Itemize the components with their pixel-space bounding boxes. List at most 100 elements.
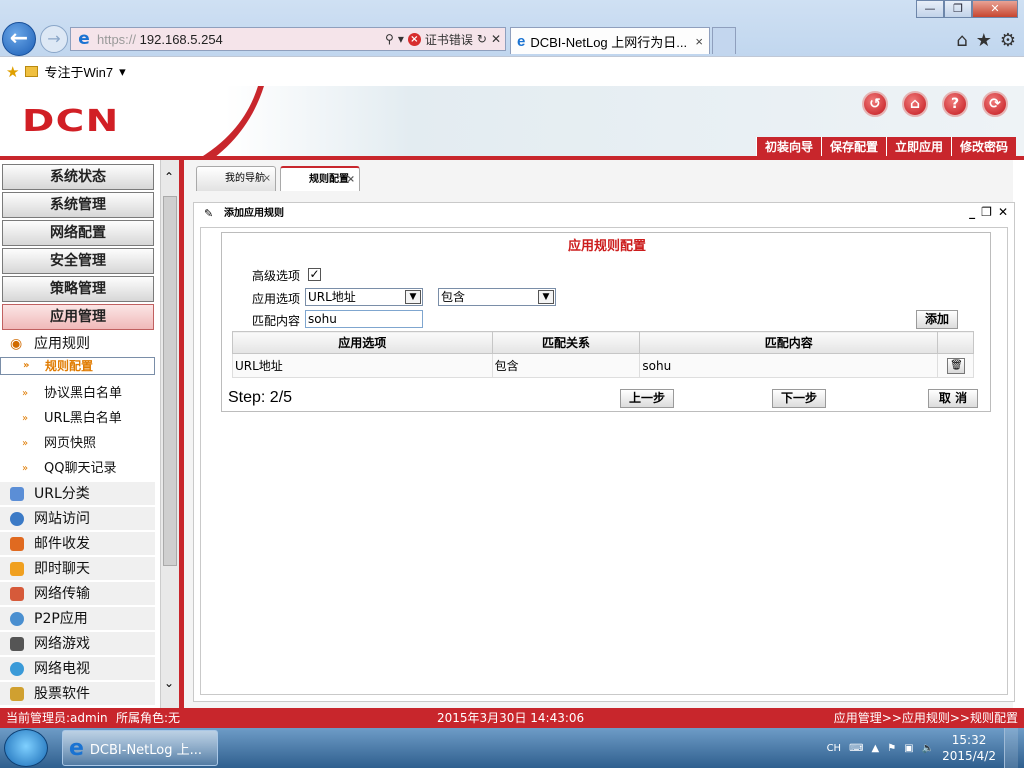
menu-apply-now[interactable]: 立即应用 bbox=[885, 137, 951, 157]
new-tab-button[interactable] bbox=[712, 27, 736, 54]
sidebar-group-system-manage[interactable]: 系统管理 bbox=[2, 192, 154, 218]
sidebar-item-protocol-list[interactable]: » 协议黑白名单 bbox=[0, 382, 155, 406]
close-tab-icon[interactable]: × bbox=[695, 34, 703, 49]
maximize-icon[interactable]: ❐ bbox=[944, 0, 972, 18]
scrollbar-thumb[interactable] bbox=[163, 196, 177, 566]
url-text[interactable]: https:// 192.168.5.254 bbox=[97, 32, 385, 47]
address-bar[interactable]: e https:// 192.168.5.254 ⚲ ▾ × 证书错误 ↻ ✕ bbox=[70, 27, 506, 51]
keyboard-icon[interactable]: ⌨ bbox=[849, 743, 863, 754]
home-icon[interactable]: ⌂ bbox=[956, 30, 967, 51]
chevron-down-icon[interactable]: ▾ bbox=[119, 64, 126, 80]
sidebar-item-net-transfer[interactable]: 网络传输 bbox=[0, 582, 155, 606]
sidebar-item-p2p[interactable]: P2P应用 bbox=[0, 607, 155, 631]
browser-tools: ⌂ ★ ⚙ bbox=[956, 30, 1016, 51]
trash-icon[interactable]: 🗑 bbox=[947, 357, 966, 374]
search-icon[interactable]: ⚲ bbox=[385, 32, 394, 46]
taskbar-ie-item[interactable]: e DCBI-NetLog 上... bbox=[62, 730, 218, 766]
rule-panel: ✎ 添加应用规则 _ ❐ ✕ 应用规则配置 高级选项 ✓ 应用选项 URL地址 … bbox=[193, 202, 1015, 702]
match-relation-select[interactable]: 包含 ▼ bbox=[438, 288, 556, 306]
sidebar-item-label: 股票软件 bbox=[34, 686, 90, 702]
sidebar-item-games[interactable]: 网络游戏 bbox=[0, 632, 155, 656]
sidebar-group-policy[interactable]: 策略管理 bbox=[2, 276, 154, 302]
sidebar-item-im[interactable]: 即时聊天 bbox=[0, 557, 155, 581]
match-content-input[interactable]: sohu bbox=[305, 310, 423, 328]
favorites-item[interactable]: 专注于Win7 bbox=[44, 62, 113, 81]
settings-gear-icon[interactable]: ⚙ bbox=[1000, 30, 1016, 51]
browser-tab[interactable]: e DCBI-NetLog 上网行为日... × bbox=[510, 27, 710, 54]
sidebar-scrollbar[interactable]: ⌃ ⌄ bbox=[160, 160, 179, 708]
sidebar-item-qq-chat[interactable]: » QQ聊天记录 bbox=[0, 457, 155, 481]
sidebar-item-mail[interactable]: 邮件收发 bbox=[0, 532, 155, 556]
tab-rule-config[interactable]: 规则配置 × bbox=[280, 166, 360, 191]
restore-icon[interactable]: ❐ bbox=[981, 205, 992, 219]
close-icon[interactable]: ✕ bbox=[998, 205, 1008, 219]
chevron-down-icon[interactable]: ▼ bbox=[538, 290, 554, 304]
sidebar-group-security[interactable]: 安全管理 bbox=[2, 248, 154, 274]
menu-save-config[interactable]: 保存配置 bbox=[820, 137, 886, 157]
minimize-icon[interactable]: — bbox=[916, 0, 944, 18]
tab-my-nav[interactable]: 我的导航 × bbox=[196, 166, 276, 191]
sidebar-item-net-tv[interactable]: 网络电视 bbox=[0, 657, 155, 681]
tray-arrow-icon[interactable]: ▲ bbox=[872, 743, 880, 754]
language-indicator[interactable]: CH bbox=[827, 743, 842, 754]
refresh-icon[interactable]: ↻ bbox=[477, 32, 487, 46]
status-datetime: 2015年3月30日 14:43:06 bbox=[437, 711, 585, 725]
minimize-icon[interactable]: _ bbox=[969, 205, 975, 219]
cert-error-label[interactable]: 证书错误 bbox=[425, 31, 473, 48]
panel-controls: _ ❐ ✕ bbox=[969, 205, 1008, 219]
help-icon[interactable]: ? bbox=[942, 91, 968, 117]
form-title: 应用规则配置 bbox=[567, 239, 646, 254]
scroll-down-icon[interactable]: ⌄ bbox=[164, 676, 174, 690]
stop-icon[interactable]: ✕ bbox=[491, 32, 501, 46]
arrow-icon: » bbox=[22, 438, 29, 449]
cert-error-icon[interactable]: × bbox=[407, 32, 421, 46]
logout-icon[interactable]: ⟳ bbox=[982, 91, 1008, 117]
sidebar-item-web-snapshot[interactable]: » 网页快照 bbox=[0, 432, 155, 456]
next-step-button[interactable]: 下一步 bbox=[772, 389, 826, 408]
sidebar-group-system-status[interactable]: 系统状态 bbox=[2, 164, 154, 190]
show-desktop-button[interactable] bbox=[1004, 728, 1018, 768]
close-tab-icon[interactable]: × bbox=[347, 168, 355, 192]
back-nav-icon[interactable]: ↺ bbox=[862, 91, 888, 117]
sidebar-item-web-access[interactable]: 网站访问 bbox=[0, 507, 155, 531]
sidebar-item-url-category[interactable]: URL分类 bbox=[0, 482, 155, 506]
sidebar-item-stock[interactable]: 股票软件 bbox=[0, 682, 155, 706]
prev-step-button[interactable]: 上一步 bbox=[620, 389, 674, 408]
sidebar-item-label: 网页快照 bbox=[44, 436, 97, 451]
dropdown-icon[interactable]: ▾ bbox=[398, 32, 404, 46]
sidebar-item-label: P2P应用 bbox=[34, 611, 88, 627]
flag-icon[interactable]: ⚑ bbox=[887, 743, 896, 754]
add-button[interactable]: 添加 bbox=[916, 310, 958, 329]
clock[interactable]: 15:32 2015/4/2 bbox=[942, 732, 996, 764]
rule-form: 应用规则配置 高级选项 ✓ 应用选项 URL地址 ▼ 包含 ▼ 匹配内容 soh… bbox=[221, 232, 991, 412]
clock-date: 2015/4/2 bbox=[942, 749, 996, 763]
breadcrumb: 应用管理>>应用规则>>规则配置 bbox=[833, 711, 1018, 725]
app-option-select[interactable]: URL地址 ▼ bbox=[305, 288, 423, 306]
scroll-up-icon[interactable]: ⌃ bbox=[164, 170, 174, 184]
favorites-star-icon[interactable]: ★ bbox=[976, 30, 992, 51]
sidebar-group-app-manage[interactable]: 应用管理 bbox=[2, 304, 154, 330]
close-window-icon[interactable]: ✕ bbox=[972, 0, 1018, 18]
sidebar-item-label: 网站访问 bbox=[34, 511, 90, 527]
cell-relation: 包含 bbox=[491, 353, 641, 378]
sidebar-item-url-list[interactable]: » URL黑白名单 bbox=[0, 407, 155, 431]
advanced-option-checkbox[interactable]: ✓ bbox=[308, 268, 321, 281]
sidebar-item-app-rules[interactable]: ◉ 应用规则 bbox=[0, 332, 155, 356]
sidebar-item-rule-config[interactable]: » 规则配置 bbox=[0, 357, 155, 375]
chevron-down-icon[interactable]: ▼ bbox=[405, 290, 421, 304]
panel-body: 应用规则配置 高级选项 ✓ 应用选项 URL地址 ▼ 包含 ▼ 匹配内容 soh… bbox=[200, 227, 1008, 695]
menu-change-password[interactable]: 修改密码 bbox=[950, 137, 1016, 157]
close-tab-icon[interactable]: × bbox=[263, 167, 271, 191]
network-icon[interactable]: ▣ bbox=[904, 743, 913, 754]
add-favorite-icon[interactable]: ★ bbox=[6, 63, 19, 81]
sidebar-group-network-config[interactable]: 网络配置 bbox=[2, 220, 154, 246]
forward-arrow-icon[interactable]: → bbox=[40, 25, 68, 53]
cancel-button[interactable]: 取 消 bbox=[928, 389, 978, 408]
back-arrow-icon[interactable]: ← bbox=[2, 22, 36, 56]
system-tray: CH ⌨ ▲ ⚑ ▣ 🔈 15:32 2015/4/2 bbox=[827, 728, 1024, 768]
volume-icon[interactable]: 🔈 bbox=[922, 743, 934, 754]
column-header bbox=[936, 331, 975, 354]
start-button-icon[interactable] bbox=[4, 729, 48, 767]
home-icon[interactable]: ⌂ bbox=[902, 91, 928, 117]
menu-setup-wizard[interactable]: 初装向导 bbox=[755, 137, 821, 157]
